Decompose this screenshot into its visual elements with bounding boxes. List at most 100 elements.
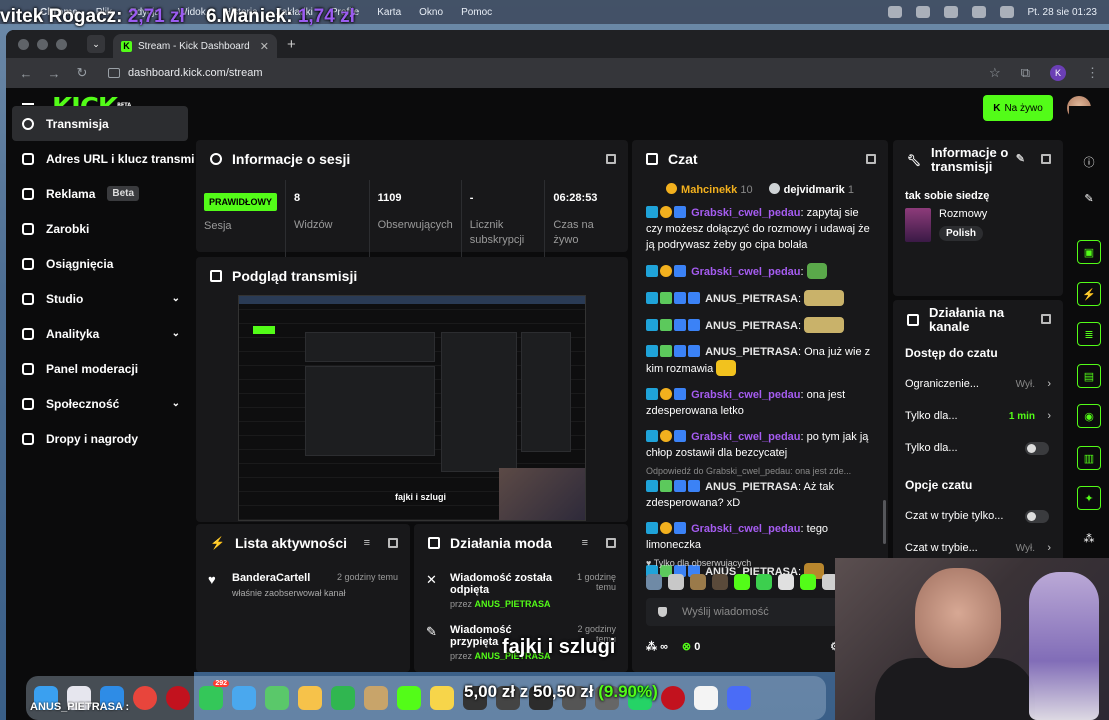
- expand-icon[interactable]: [866, 154, 876, 164]
- info-icon[interactable]: ⓘ: [1077, 150, 1101, 174]
- video-icon[interactable]: ▣: [1077, 240, 1101, 264]
- go-live-button[interactable]: K Na żywo: [983, 95, 1053, 121]
- forward-icon[interactable]: →: [46, 66, 62, 81]
- search-icon[interactable]: [999, 6, 1014, 18]
- app-icon[interactable]: [661, 686, 685, 710]
- chatgpt-icon[interactable]: [694, 686, 718, 710]
- setting-row[interactable]: Ograniczenie... Wył. ›: [893, 368, 1063, 400]
- profile-avatar[interactable]: K: [1050, 65, 1066, 81]
- photos-icon[interactable]: [298, 686, 322, 710]
- wrench-icon[interactable]: ✦: [1077, 486, 1101, 510]
- expand-icon[interactable]: [1041, 154, 1051, 164]
- mail-icon[interactable]: [232, 686, 256, 710]
- maximize-window-button[interactable]: [56, 38, 67, 50]
- menu-okno[interactable]: Okno: [419, 7, 443, 18]
- chat-message[interactable]: ANUS_PIETRASA: Ona już wie z kim rozmawi…: [632, 341, 888, 380]
- new-tab-icon[interactable]: +: [287, 36, 296, 53]
- actions-icon[interactable]: ▥: [1077, 446, 1101, 470]
- sidebar-item-reklama[interactable]: Reklama Beta: [6, 176, 194, 211]
- sidebar-item-moderation[interactable]: Panel moderacji: [6, 351, 194, 386]
- chat-username[interactable]: Grabski_cwel_pedau: [691, 207, 800, 219]
- toggle-switch[interactable]: [1025, 442, 1049, 455]
- messages-icon[interactable]: 292: [199, 680, 229, 710]
- menubar-clock[interactable]: Pt. 28 sie 01:23: [1028, 7, 1098, 18]
- list-icon[interactable]: ≣: [1077, 322, 1101, 346]
- expand-icon[interactable]: [1041, 314, 1051, 324]
- status-icon[interactable]: [943, 6, 958, 18]
- emote-icon[interactable]: [712, 574, 728, 590]
- chat-message[interactable]: Grabski_cwel_pedau: tego limoneczka: [632, 518, 888, 556]
- chat-username[interactable]: ANUS_PIETRASA: [705, 481, 798, 493]
- emote-icon[interactable]: [778, 574, 794, 590]
- chat-message[interactable]: Grabski_cwel_pedau: ona jest zdesperowan…: [632, 384, 888, 422]
- sidebar-item-analityka[interactable]: Analityka ⌄: [6, 316, 194, 351]
- mod-user[interactable]: ANUS_PIETRASA: [475, 599, 551, 609]
- tab-search-icon[interactable]: ⌄: [87, 35, 105, 53]
- browser-tab[interactable]: K Stream - Kick Dashboard ✕: [113, 34, 277, 58]
- emote-icon[interactable]: [646, 574, 662, 590]
- chrome-icon[interactable]: [133, 686, 157, 710]
- status-icon[interactable]: [915, 6, 930, 18]
- chat-username[interactable]: ANUS_PIETRASA: [705, 320, 798, 332]
- sidebar-item-zarobki[interactable]: Zarobki: [6, 211, 194, 246]
- emote-icon[interactable]: [734, 574, 750, 590]
- bookmark-star-icon[interactable]: ☆: [989, 65, 1001, 81]
- reload-icon[interactable]: ↻: [74, 65, 90, 81]
- app-icon[interactable]: [397, 686, 421, 710]
- chat-message[interactable]: ANUS_PIETRASA:: [632, 314, 888, 337]
- url-field[interactable]: dashboard.kick.com/stream: [108, 67, 263, 79]
- chat-message[interactable]: ANUS_PIETRASA:: [632, 287, 888, 310]
- back-icon[interactable]: ←: [18, 66, 34, 81]
- sidebar-item-transmisja[interactable]: Transmisja: [12, 106, 188, 141]
- sidebar-item-stream-key[interactable]: Adres URL i klucz transmisji: [6, 141, 194, 176]
- app-icon[interactable]: [727, 686, 751, 710]
- chat-scrollbar[interactable]: [883, 500, 886, 544]
- filter-icon[interactable]: ≡: [364, 537, 370, 549]
- close-tab-icon[interactable]: ✕: [260, 40, 269, 53]
- expand-icon[interactable]: [606, 154, 616, 164]
- facetime-icon[interactable]: [331, 686, 355, 710]
- emote-icon[interactable]: [690, 574, 706, 590]
- chat-username[interactable]: ANUS_PIETRASA: [705, 293, 798, 305]
- expand-icon[interactable]: [606, 538, 616, 548]
- emote-icon[interactable]: [800, 574, 816, 590]
- emote-icon[interactable]: [756, 574, 772, 590]
- close-window-button[interactable]: [18, 38, 29, 50]
- record-icon[interactable]: ◉: [1077, 404, 1101, 428]
- status-icon[interactable]: [887, 6, 902, 18]
- toggle-switch[interactable]: [1025, 510, 1049, 523]
- channel-points[interactable]: ⊗ 0: [682, 640, 700, 653]
- chat-message[interactable]: ANUS_PIETRASA: Aż tak zdesperowana? xD: [632, 476, 888, 514]
- chat-message[interactable]: Grabski_cwel_pedau:: [632, 260, 888, 283]
- minimize-window-button[interactable]: [37, 38, 48, 50]
- filter-icon[interactable]: ≡: [582, 537, 588, 549]
- sidebar-item-drops[interactable]: Dropy i nagrody: [6, 421, 194, 456]
- top-chatter-1[interactable]: Mahcinekk 10: [666, 182, 753, 196]
- sidebar-item-osiagniecia[interactable]: Osiągnięcia: [6, 246, 194, 281]
- chat-message[interactable]: Grabski_cwel_pedau: zapytaj sie czy może…: [632, 202, 888, 256]
- top-chatter-2[interactable]: dejvidmarik 1: [768, 182, 854, 196]
- chat-username[interactable]: ANUS_PIETRASA: [705, 346, 798, 358]
- chat-username[interactable]: Grabski_cwel_pedau: [691, 431, 800, 443]
- emote-icon[interactable]: [668, 574, 684, 590]
- expand-icon[interactable]: [388, 538, 398, 548]
- browser-menu-icon[interactable]: ⋮: [1086, 65, 1099, 81]
- menu-pomoc[interactable]: Pomoc: [461, 7, 492, 18]
- chat-message-input[interactable]: Wyślij wiadomość: [646, 598, 838, 626]
- setting-row[interactable]: Tylko dla... 1 min ›: [893, 400, 1063, 432]
- chat-username[interactable]: Grabski_cwel_pedau: [691, 266, 800, 278]
- notes-icon[interactable]: [430, 686, 454, 710]
- contacts-icon[interactable]: [364, 686, 388, 710]
- sidebar-item-spolecznosc[interactable]: Społeczność ⌄: [6, 386, 194, 421]
- wifi-icon[interactable]: [971, 6, 986, 18]
- chat-message[interactable]: Grabski_cwel_pedau: po tym jak ją chłop …: [632, 426, 888, 464]
- opera-icon[interactable]: [166, 686, 190, 710]
- users-icon[interactable]: ⁂: [1077, 526, 1101, 550]
- extensions-icon[interactable]: ⧉: [1021, 65, 1030, 81]
- language-tag[interactable]: Polish: [939, 226, 984, 241]
- lightning-icon[interactable]: ⚡: [1077, 282, 1101, 306]
- site-info-icon[interactable]: [108, 68, 120, 78]
- category-name[interactable]: Rozmowy: [939, 208, 987, 220]
- edit-icon[interactable]: ✎: [1016, 152, 1025, 165]
- menu-karta[interactable]: Karta: [377, 7, 401, 18]
